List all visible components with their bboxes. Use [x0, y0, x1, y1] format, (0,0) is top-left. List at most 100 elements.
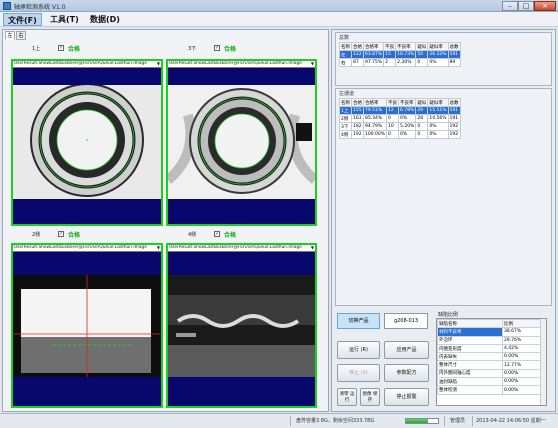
table-cell: 0.00% [501, 385, 542, 395]
close-button[interactable]: × [534, 1, 556, 11]
tab-left[interactable]: 左 [5, 31, 15, 40]
table-cell: 50 [415, 50, 429, 59]
table-cell: 94.79% [362, 122, 388, 131]
camera-1-checkbox[interactable]: ✓ [58, 45, 64, 51]
menu-file[interactable]: 文件(F) [3, 13, 42, 26]
menu-tools[interactable]: 工具(T) [46, 13, 83, 26]
table-header: 缺陷名称 [437, 319, 503, 329]
table-cell: 0.00% [501, 377, 542, 387]
title-bar: 轴承检测系统 V1.0 – □ × [0, 0, 558, 12]
top-band [13, 68, 161, 85]
table-cell: 外沿环 [437, 335, 503, 345]
camera-4-checkbox[interactable]: ✓ [214, 231, 220, 237]
bearing-side-image [13, 275, 161, 377]
table-cell: 28 [415, 114, 429, 123]
table-cell: 0 [415, 130, 429, 139]
camera-3-result-text: UserResult.ShowLastBusBorer@ForUserQueue… [169, 61, 302, 66]
defect-table: 缺陷名称 比例 材料不良率 38.67% 外沿环 29.76% 内圈变形度 4.… [436, 318, 547, 406]
table-row[interactable]: 内外圈同轴心度 0.00% [437, 368, 542, 379]
camera-2-checkbox[interactable]: ✓ [58, 231, 64, 237]
table-row[interactable]: 内圈变形度 4.42% [437, 343, 542, 354]
camera-3-header: 3下 ✓ 合格 [168, 44, 318, 54]
table-cell: 29.76% [501, 335, 542, 345]
minimize-button[interactable]: – [502, 1, 518, 11]
table-cell: 材料不良率 [437, 327, 503, 337]
bearing-top-image [13, 85, 161, 199]
table-cell: 0% [427, 122, 449, 131]
channel-group: 左通道 名称 合格 合格率 不良 不良率 疑似 疑似率 总数 1上 155 79… [335, 88, 552, 306]
disk-progress [405, 418, 439, 424]
run-button[interactable]: 运行 (R) [337, 341, 380, 359]
chevron-down-icon: ▼ [310, 245, 314, 250]
table-row[interactable]: 1上 155 79.51% 12 6.78% 29 15.51% 191 [339, 106, 461, 115]
table-row[interactable]: 左 122 63.87% 15 10.73% 50 26.32% 191 [339, 50, 461, 59]
table-row[interactable]: 外沿环 29.76% [437, 335, 542, 345]
status-divider [444, 416, 445, 426]
bearing-side-image-2 [168, 275, 315, 377]
switch-product-button[interactable]: 切换产品 [337, 313, 380, 329]
table-cell: 4侧 [339, 130, 352, 139]
table-cell: 12 [386, 106, 400, 115]
stop-alarm-button[interactable]: 停止报警 [384, 388, 429, 406]
chevron-down-icon: ▼ [156, 61, 160, 66]
camera-2-viewer[interactable]: UserResult.ShowLastBusBorer@ForUserQueue… [11, 243, 163, 408]
camera-1-result-text: UserResult.ShowLastBusBorer@ForUserQueue… [14, 61, 147, 66]
table-row[interactable]: 材料不良率 38.67% [437, 327, 542, 337]
table-row[interactable]: 内表缺失 0.00% [437, 352, 542, 362]
table-header: 疑似率 [427, 42, 449, 51]
camera-1-result-select[interactable]: UserResult.ShowLastBusBorer@ForUserQueue… [13, 61, 161, 68]
bottom-band [13, 377, 161, 406]
table-header: 总数 [447, 98, 461, 107]
table-cell: 油封缺陷 [437, 377, 503, 387]
table-row[interactable]: 整体尺寸 12.77% [437, 360, 542, 370]
chevron-down-icon: ▼ [156, 245, 160, 250]
table-cell: 79.51% [362, 106, 388, 115]
table-row[interactable]: 3下 182 94.79% 10 5.20% 0 0% 192 [339, 122, 461, 131]
table-cell: 6.78% [398, 106, 417, 115]
camera-3-checkbox[interactable]: ✓ [214, 45, 220, 51]
table-row[interactable]: 右 87 97.75% 2 2.30% 0 0% 89 [339, 58, 461, 67]
table-row[interactable]: 4侧 192 100.00% 0 0% 0 0% 192 [339, 130, 461, 139]
user-status: 管理员 [450, 418, 466, 424]
table-cell: 0% [398, 114, 417, 123]
table-cell: 182 [351, 122, 364, 131]
table-cell: 10.73% [395, 50, 417, 59]
table-cell: 14.56% [427, 114, 449, 123]
params-button[interactable]: 参数配方 [384, 364, 429, 382]
table-cell: 0.00% [501, 352, 542, 362]
camera-3-viewer[interactable]: UserResult.ShowLastBusBorer@ForUserQueue… [166, 59, 317, 226]
summary-table: 名称 合格 合格率 不良 不良率 疑似 疑似率 总数 左 122 63.87% … [339, 42, 461, 67]
camera-2-result-select[interactable]: UserResult.ShowLastBusBorer@ForUserQueue… [13, 245, 161, 252]
defect-scrollbar[interactable] [540, 319, 546, 405]
stop-button[interactable]: 停止 (S) [337, 364, 380, 382]
camera-2-status: 合格 [68, 232, 81, 239]
bottom-band [168, 199, 315, 224]
summary-group: 总数 名称 合格 合格率 不良 不良率 疑似 疑似率 总数 左 122 63.8… [335, 32, 552, 86]
camera-2-label: 2侧 [32, 232, 41, 238]
camera-4-result-select[interactable]: UserResult.ShowLastBusBorer@ForUserQueue… [168, 245, 315, 252]
table-cell: 89 [447, 58, 461, 67]
top-band [168, 68, 315, 85]
maximize-button[interactable]: □ [518, 1, 534, 11]
table-cell: 0 [415, 122, 429, 131]
chevron-down-icon: ▼ [310, 61, 314, 66]
disk-progress-fill [406, 419, 429, 423]
camera-1-viewer[interactable]: UserResult.ShowLastBusBorer@ForUserQueue… [11, 59, 163, 226]
table-row[interactable]: 油封缺陷 0.00% [437, 377, 542, 387]
table-cell: 122 [351, 50, 364, 59]
table-row[interactable]: 2侧 163 85.34% 0 0% 28 14.56% 191 [339, 114, 461, 123]
table-cell: 0 [386, 130, 400, 139]
camera-3-result-select[interactable]: UserResult.ShowLastBusBorer@ForUserQueue… [168, 61, 315, 68]
reset-run-button[interactable]: 清零 运行 [337, 388, 357, 406]
tab-right[interactable]: 右 [16, 31, 26, 40]
camera-4-header: 4侧 ✓ 合格 [168, 230, 318, 240]
table-header: 比例 [501, 319, 542, 329]
table-row[interactable]: 整体检测 0.00% [437, 385, 542, 395]
table-cell: 163 [351, 114, 364, 123]
menu-data[interactable]: 数据(D) [86, 13, 124, 26]
save-image-button[interactable]: 图像 保存 [360, 388, 380, 406]
camera-4-viewer[interactable]: UserResult.ShowLastBusBorer@ForUserQueue… [166, 243, 317, 408]
bearing-bottom-image [168, 85, 315, 199]
apply-product-button[interactable]: 应用产品 [384, 341, 429, 359]
table-cell: 15.51% [427, 106, 449, 115]
